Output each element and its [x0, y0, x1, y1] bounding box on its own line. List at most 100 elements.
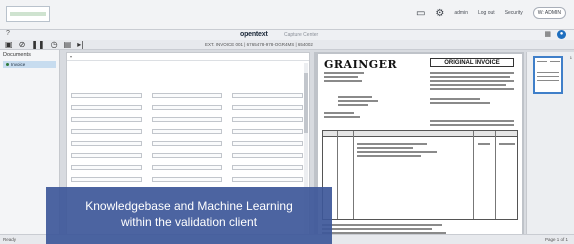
save-icon[interactable]: ▣ — [5, 40, 13, 49]
field-grid — [71, 89, 303, 183]
thumbnail-panel: 1 — [526, 52, 574, 242]
text-line — [357, 151, 437, 153]
caption-line-2: within the validation client — [120, 215, 258, 229]
form-field[interactable] — [151, 137, 223, 147]
text-line — [430, 76, 510, 78]
table-column-divider — [473, 131, 474, 219]
invoice-title-box: ORIGINAL INVOICE — [430, 58, 514, 67]
topbar-actions: ▭ ⚙ admin Log out Security W: ADMIN — [416, 7, 566, 19]
text-line — [338, 96, 372, 98]
grid-icon[interactable]: ▦ — [544, 30, 551, 39]
form-field[interactable] — [71, 101, 142, 111]
text-line — [430, 80, 514, 82]
text-line — [324, 116, 360, 118]
gear-icon[interactable]: ⚙ — [435, 8, 444, 19]
form-field[interactable] — [71, 173, 142, 183]
form-tabs: ▾ — [67, 53, 309, 61]
form-field[interactable] — [151, 149, 223, 159]
form-field[interactable] — [151, 161, 223, 171]
invoice-title: ORIGINAL INVOICE — [444, 60, 500, 66]
history-icon[interactable]: ◷ — [51, 40, 58, 49]
form-field[interactable] — [71, 89, 142, 99]
vendor-logo: GRAINGER — [324, 58, 398, 71]
brand-subtitle: Capture Center — [284, 32, 319, 38]
form-field[interactable] — [71, 125, 142, 135]
form-field[interactable] — [232, 173, 303, 183]
form-tab-1[interactable]: ▾ — [70, 54, 72, 59]
form-field[interactable] — [232, 149, 303, 159]
form-field[interactable] — [151, 101, 223, 111]
form-field[interactable] — [151, 173, 223, 183]
form-field[interactable] — [232, 89, 303, 99]
form-field[interactable] — [71, 149, 142, 159]
text-line — [357, 155, 421, 157]
text-line — [338, 100, 378, 102]
document-toolbar: ▣ ⊘ ❚❚ ◷ ▤ ▸| EXT. INVOICE 001 | 6765478… — [0, 40, 574, 50]
scroll-thumb[interactable] — [304, 73, 308, 133]
document-info: EXT. INVOICE 001 | 6765478-978-OGR4MS | … — [205, 42, 313, 47]
form-field[interactable] — [232, 113, 303, 123]
brand-name: opentext — [240, 31, 268, 38]
app-logo — [6, 6, 50, 22]
form-field[interactable] — [71, 137, 142, 147]
thumbnail-page-number: 1 — [569, 55, 572, 60]
document-viewer[interactable]: GRAINGER ORIGINAL INVOICE — [314, 52, 524, 242]
text-line — [430, 102, 490, 104]
forward-icon[interactable]: ▸| — [77, 40, 84, 49]
pause-icon[interactable]: ❚❚ — [31, 40, 44, 49]
clipboard-icon[interactable]: ▤ — [64, 40, 72, 49]
settings-link[interactable]: Security — [505, 10, 523, 16]
table-column-divider — [353, 131, 354, 219]
form-field[interactable] — [232, 125, 303, 135]
text-line — [357, 147, 413, 149]
user-label[interactable]: admin — [454, 10, 468, 16]
reject-icon[interactable]: ⊘ — [19, 40, 26, 49]
text-line — [430, 88, 514, 90]
line-items-table — [322, 130, 518, 220]
window-icon[interactable]: ▭ — [416, 8, 425, 19]
form-field[interactable] — [232, 101, 303, 111]
form-field[interactable] — [151, 125, 223, 135]
caption-line-1: Knowledgebase and Machine Learning — [85, 199, 293, 213]
toolbar-icons: ▣ ⊘ ❚❚ ◷ ▤ ▸| — [5, 40, 84, 49]
form-field[interactable] — [71, 161, 142, 171]
text-line — [322, 228, 432, 230]
form-field[interactable] — [151, 113, 223, 123]
status-text: Ready — [3, 237, 17, 242]
text-line — [324, 80, 362, 82]
text-line — [430, 84, 506, 86]
documents-header: Documents — [3, 52, 31, 58]
caption-text: Knowledgebase and Machine Learning withi… — [46, 198, 332, 230]
page-indicator: Page 1 of 1 — [544, 237, 568, 242]
text-line — [430, 124, 514, 126]
form-field[interactable] — [151, 89, 223, 99]
text-line — [537, 76, 559, 77]
profile-button[interactable]: W: ADMIN — [532, 7, 566, 19]
text-line — [537, 61, 547, 62]
text-line — [357, 143, 427, 145]
form-field[interactable] — [232, 137, 303, 147]
text-line — [324, 76, 358, 78]
user-circle-icon[interactable]: ● — [557, 30, 566, 39]
text-line — [478, 143, 490, 145]
caption-overlay: Knowledgebase and Machine Learning withi… — [46, 187, 332, 244]
document-item-label: Invoice — [11, 62, 26, 67]
window-titlebar: ▭ ⚙ admin Log out Security W: ADMIN — [0, 0, 574, 30]
text-line — [324, 72, 364, 74]
status-dot-icon — [6, 63, 9, 66]
table-column-divider — [337, 131, 338, 219]
page-thumbnail[interactable] — [533, 56, 563, 94]
text-line — [430, 72, 514, 74]
text-line — [537, 80, 559, 81]
text-line — [430, 120, 514, 122]
help-icon[interactable]: ? — [6, 30, 10, 37]
invoice-page[interactable]: GRAINGER ORIGINAL INVOICE — [318, 54, 522, 240]
form-field[interactable] — [71, 113, 142, 123]
text-line — [322, 224, 442, 226]
text-line — [338, 104, 368, 106]
form-field[interactable] — [232, 161, 303, 171]
document-list-item[interactable]: Invoice — [3, 61, 56, 68]
logout-link[interactable]: Log out — [478, 10, 495, 16]
app-header-actions: ▦ ● — [544, 30, 566, 39]
text-line — [430, 98, 480, 100]
